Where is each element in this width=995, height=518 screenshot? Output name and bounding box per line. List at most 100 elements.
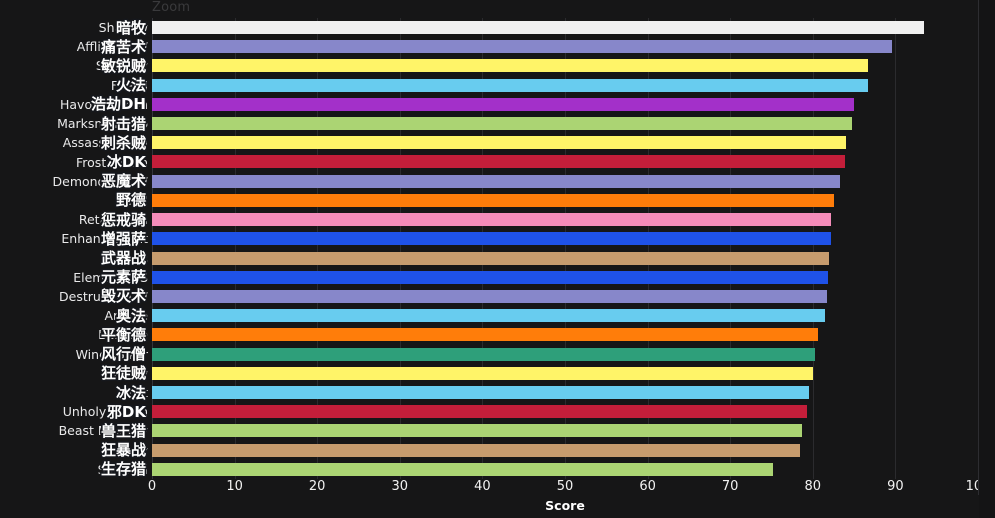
y-label-chinese-overlay: 浩劫DH [90, 95, 146, 114]
y-label-chinese-overlay: 恶魔术 [100, 172, 146, 191]
x-tick-label: 30 [391, 479, 409, 494]
bar[interactable] [152, 347, 816, 361]
y-label-row: Affliction W 痛苦术 [0, 37, 148, 56]
bar-row[interactable] [152, 268, 978, 287]
bar-row[interactable] [152, 345, 978, 364]
bar[interactable] [152, 59, 869, 73]
bar-row[interactable] [152, 37, 978, 56]
bar[interactable] [152, 21, 925, 34]
y-label-chinese-overlay: 平衡德 [100, 325, 146, 344]
y-label-chinese-overlay: 敏锐贼 [100, 56, 146, 75]
y-label-chinese-overlay: 增强萨 [100, 229, 146, 248]
y-label-chinese-overlay: 痛苦术 [100, 37, 146, 56]
bar-row[interactable] [152, 172, 978, 191]
y-label-row: Windwalker 风行僧 [0, 345, 148, 364]
x-tick-label: 40 [474, 479, 491, 494]
x-tick-label: 60 [639, 479, 656, 494]
y-label-row: Marksmanship 射击猎 [0, 114, 148, 133]
bar-row[interactable] [152, 191, 978, 210]
y-label-row: Outlaw 狂徒贼 [0, 364, 148, 383]
bar-row[interactable] [152, 76, 978, 95]
bar[interactable] [152, 289, 827, 303]
y-label-row: Frost 冰法 [0, 383, 148, 402]
chart-screenshot: Zoom Shadow 暗牧 Affliction W 痛苦术 Subtlety 敏锐贼 F… [0, 0, 995, 518]
y-label-row: Arms 武器战 [0, 249, 148, 268]
y-label-chinese-overlay: 暗牧 [115, 18, 146, 37]
bar-row[interactable] [152, 229, 978, 248]
y-label-chinese-overlay: 冰DK [106, 153, 146, 171]
bar[interactable] [152, 405, 808, 419]
y-label-row: Assassination 刺杀贼 [0, 133, 148, 152]
bar-row[interactable] [152, 287, 978, 306]
bar-row[interactable] [152, 210, 978, 229]
bar[interactable] [152, 136, 846, 150]
y-label-row: Balance 平衡德 [0, 325, 148, 344]
bar-row[interactable] [152, 402, 978, 421]
bar-row[interactable] [152, 114, 978, 133]
y-label-row: Fury 狂暴战 [0, 441, 148, 460]
x-tick-label: 20 [308, 479, 326, 494]
bar[interactable] [152, 424, 803, 438]
y-label-chinese-overlay: 生存猎 [100, 460, 146, 479]
y-label-chinese-overlay: 刺杀贼 [100, 133, 146, 152]
y-label-chinese-overlay: 惩戒骑 [100, 210, 146, 229]
y-label-row: Unholy Death 邪DK [0, 402, 148, 421]
x-tick-label: 0 [147, 479, 157, 494]
y-label-row: Arcane 奥法 [0, 306, 148, 325]
y-label-row: Frost Death 冰DK [0, 152, 148, 171]
bar-row[interactable] [152, 383, 978, 402]
bar[interactable] [152, 40, 893, 54]
bar[interactable] [152, 97, 855, 111]
y-label-chinese-overlay: 毁灭术 [100, 287, 146, 306]
y-label-row: Havoc Demon 浩劫DH [0, 95, 148, 114]
x-tick-label: 50 [556, 479, 574, 494]
y-label-chinese-overlay: 狂徒贼 [100, 364, 146, 383]
y-label-chinese-overlay: 奥法 [115, 306, 146, 325]
bar[interactable] [152, 385, 810, 399]
plot-area [152, 18, 979, 479]
bar-row[interactable] [152, 18, 978, 37]
bar-row[interactable] [152, 421, 978, 440]
bar[interactable] [152, 155, 845, 169]
scrollbar-gutter[interactable] [979, 0, 995, 518]
x-tick-label: 80 [804, 479, 822, 494]
bar[interactable] [152, 462, 774, 476]
bar-row[interactable] [152, 249, 978, 268]
y-label-chinese-overlay: 武器战 [100, 249, 146, 268]
bar-row[interactable] [152, 441, 978, 460]
y-label-chinese-overlay: 冰法 [115, 383, 146, 402]
zoom-title: Zoom [152, 0, 191, 15]
bar-row[interactable] [152, 152, 978, 171]
bar[interactable] [152, 251, 830, 265]
bar-row[interactable] [152, 325, 978, 344]
bar-row[interactable] [152, 56, 978, 75]
bar-row[interactable] [152, 460, 978, 479]
bar[interactable] [152, 328, 818, 342]
bar[interactable] [152, 366, 813, 380]
bar[interactable] [152, 232, 831, 246]
y-label-chinese-overlay: 风行僧 [100, 345, 146, 364]
bar-row[interactable] [152, 95, 978, 114]
bar[interactable] [152, 309, 826, 323]
bar-row[interactable] [152, 133, 978, 152]
y-label-row: Feral 野德 [0, 191, 148, 210]
y-label-chinese-overlay: 兽王猎 [100, 421, 146, 440]
bar[interactable] [152, 443, 800, 457]
y-label-row: Survival 生存猎 [0, 460, 148, 479]
bar[interactable] [152, 174, 841, 188]
bar[interactable] [152, 270, 828, 284]
y-label-row: Shadow 暗牧 [0, 18, 148, 37]
bar-row[interactable] [152, 306, 978, 325]
bar[interactable] [152, 193, 835, 207]
bar[interactable] [152, 213, 831, 227]
y-label-row: Subtlety 敏锐贼 [0, 56, 148, 75]
y-label-row: Elemental S 元素萨 [0, 268, 148, 287]
y-label-row: Demonology W 恶魔术 [0, 172, 149, 191]
y-label-chinese-overlay: 元素萨 [100, 268, 146, 287]
y-label-row: Retribution 惩戒骑 [0, 210, 148, 229]
x-tick-label: 70 [721, 479, 739, 494]
bar[interactable] [152, 78, 869, 92]
y-label-chinese-overlay: 射击猎 [100, 114, 146, 133]
bar[interactable] [152, 117, 852, 131]
bar-row[interactable] [152, 364, 978, 383]
